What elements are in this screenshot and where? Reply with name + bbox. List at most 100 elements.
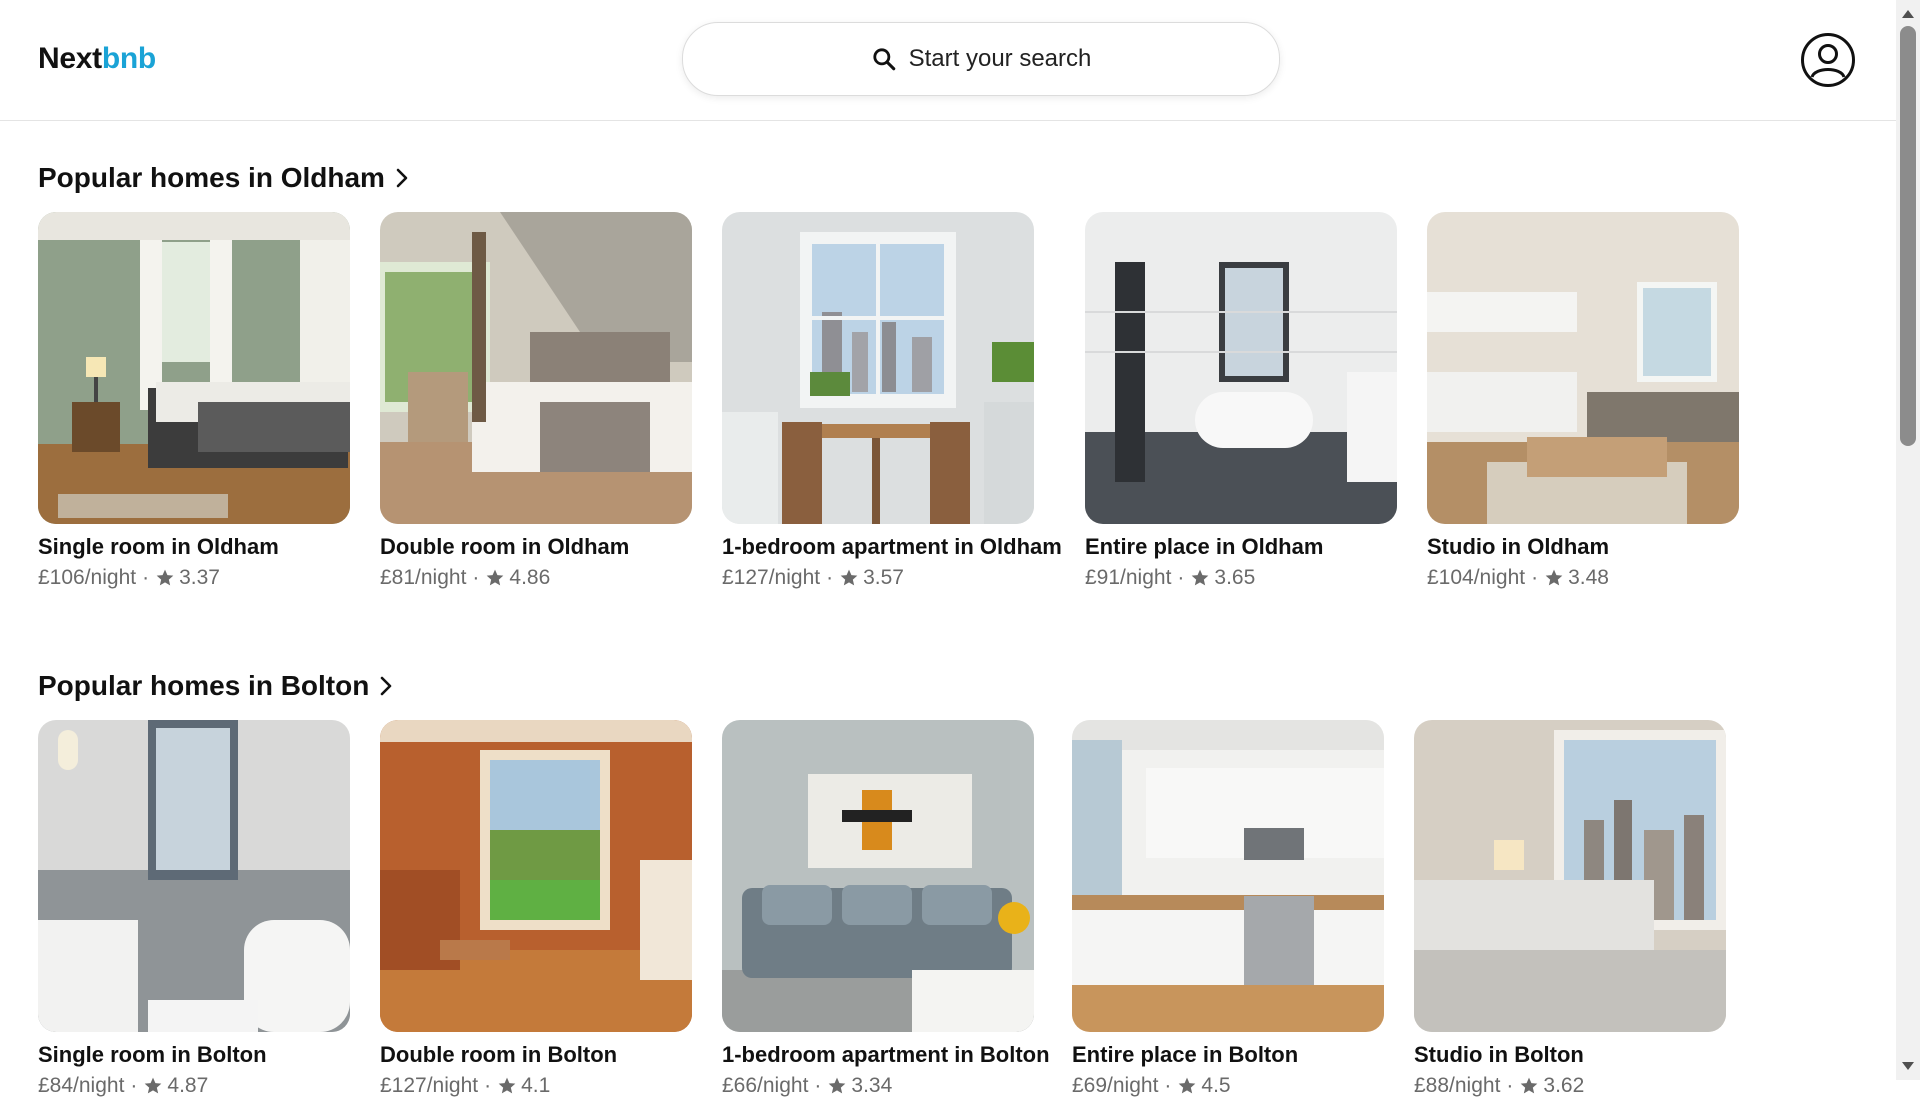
listing-rating: 4.86 bbox=[509, 566, 551, 589]
meta-separator: · bbox=[1177, 566, 1185, 589]
listing-rating: 3.62 bbox=[1543, 1074, 1585, 1097]
listing-photo-grey-bathroom[interactable] bbox=[38, 720, 350, 1032]
section-title-bolton[interactable]: Popular homes in Bolton bbox=[38, 670, 393, 702]
section-title-text: Popular homes in Bolton bbox=[38, 670, 370, 701]
attic-bedroom-image bbox=[380, 212, 692, 524]
logo[interactable]: Nextbnb bbox=[38, 42, 156, 76]
listing-card[interactable]: Double room in Oldham £81/night · 4.86 bbox=[380, 212, 692, 590]
listing-meta: £66/night · 3.34 bbox=[722, 1074, 1034, 1098]
meta-separator: · bbox=[472, 566, 480, 589]
listing-meta: £69/night · 4.5 bbox=[1072, 1074, 1384, 1098]
chevron-right-icon bbox=[396, 168, 408, 188]
white-tiled-bathroom-image bbox=[1085, 212, 1397, 524]
meta-separator: · bbox=[130, 1074, 138, 1097]
listing-photo-white-tiled-bathroom[interactable] bbox=[1085, 212, 1397, 524]
listing-title: Entire place in Oldham bbox=[1085, 534, 1324, 559]
star-icon bbox=[145, 1077, 162, 1094]
page-scrollbar[interactable] bbox=[1896, 0, 1920, 1080]
listing-price: £66/night bbox=[722, 1074, 809, 1097]
meta-separator: · bbox=[142, 566, 150, 589]
dining-nook-city-window-image bbox=[722, 212, 1034, 524]
studio-kitchen-living-image bbox=[1427, 212, 1739, 524]
listing-price: £91/night bbox=[1085, 566, 1172, 589]
logo-accent: bnb bbox=[101, 42, 156, 75]
listing-rating: 3.65 bbox=[1214, 566, 1256, 589]
listing-rating: 4.87 bbox=[167, 1074, 209, 1097]
listing-card[interactable]: Entire place in Bolton £69/night · 4.5 bbox=[1072, 720, 1384, 1098]
meta-separator: · bbox=[1531, 566, 1539, 589]
listing-card[interactable]: Studio in Oldham £104/night · 3.48 bbox=[1427, 212, 1739, 590]
star-icon bbox=[1192, 569, 1209, 586]
logo-main: Next bbox=[38, 42, 102, 75]
white-kitchen-image bbox=[1072, 720, 1384, 1032]
listing-card[interactable]: Entire place in Oldham £91/night · 3.65 bbox=[1085, 212, 1397, 590]
listing-title: Single room in Oldham bbox=[38, 534, 279, 559]
meta-separator: · bbox=[1506, 1074, 1514, 1097]
listing-photo-grey-sofa-artwork[interactable] bbox=[722, 720, 1034, 1032]
star-icon bbox=[1545, 569, 1563, 586]
listing-title: Double room in Bolton bbox=[380, 1042, 618, 1067]
listing-card[interactable]: Single room in Oldham £106/night · 3.37 bbox=[38, 212, 350, 590]
scroll-down-arrow[interactable] bbox=[1902, 1062, 1914, 1070]
listing-price: £127/night bbox=[722, 566, 821, 589]
listing-rating: 3.48 bbox=[1568, 566, 1609, 589]
listing-card[interactable]: Single room in Bolton £84/night · 4.87 bbox=[38, 720, 350, 1098]
listing-meta: £84/night · 4.87 bbox=[38, 1074, 350, 1098]
listing-photo-attic-bedroom[interactable] bbox=[380, 212, 692, 524]
listing-meta: £88/night · 3.62 bbox=[1414, 1074, 1726, 1098]
search-button[interactable]: Start your search bbox=[682, 22, 1280, 96]
search-icon bbox=[873, 48, 895, 71]
scroll-up-arrow[interactable] bbox=[1902, 10, 1914, 18]
listing-meta: £81/night · 4.86 bbox=[380, 566, 692, 590]
star-icon bbox=[829, 1077, 846, 1094]
listing-rating: 4.1 bbox=[521, 1074, 551, 1097]
listing-rating: 3.37 bbox=[179, 566, 220, 589]
chevron-right-icon bbox=[381, 676, 392, 696]
listing-title: Studio in Bolton bbox=[1414, 1042, 1584, 1067]
listing-photo-bedroom-green-walls[interactable] bbox=[38, 212, 350, 524]
grey-bathroom-image bbox=[38, 720, 350, 1032]
listing-price: £81/night bbox=[380, 566, 467, 589]
listing-card[interactable]: 1-bedroom apartment in Oldham £127/night… bbox=[722, 212, 1062, 590]
bedroom-city-view-image bbox=[1414, 720, 1726, 1032]
grey-sofa-artwork-image bbox=[722, 720, 1034, 1032]
listing-meta: £106/night · 3.37 bbox=[38, 566, 350, 590]
listing-title: 1-bedroom apartment in Oldham bbox=[722, 534, 1062, 559]
listing-meta: £127/night · 3.57 bbox=[722, 566, 1034, 590]
listing-price: £88/night bbox=[1414, 1074, 1501, 1097]
star-icon bbox=[1179, 1077, 1196, 1094]
listing-meta: £127/night · 4.1 bbox=[380, 1074, 692, 1098]
meta-separator: · bbox=[484, 1074, 492, 1097]
listing-photo-white-kitchen[interactable] bbox=[1072, 720, 1384, 1032]
section-title-text: Popular homes in Oldham bbox=[38, 162, 385, 193]
section-title-oldham[interactable]: Popular homes in Oldham bbox=[38, 162, 409, 194]
listing-photo-studio-kitchen-living[interactable] bbox=[1427, 212, 1739, 524]
star-icon bbox=[487, 569, 504, 586]
listing-title: 1-bedroom apartment in Bolton bbox=[722, 1042, 1050, 1067]
listing-rating: 4.5 bbox=[1201, 1074, 1231, 1097]
star-icon bbox=[1521, 1077, 1538, 1094]
listing-photo-dining-nook-city-window[interactable] bbox=[722, 212, 1034, 524]
orange-room-garden-window-image bbox=[380, 720, 692, 1032]
search-label: Start your search bbox=[908, 45, 1092, 72]
star-icon bbox=[498, 1077, 516, 1094]
listing-title: Entire place in Bolton bbox=[1072, 1042, 1299, 1067]
listing-rating: 3.34 bbox=[851, 1074, 893, 1097]
listing-price: £104/night bbox=[1427, 566, 1526, 589]
listing-card[interactable]: Double room in Bolton £127/night · 4.1 bbox=[380, 720, 692, 1098]
scroll-thumb[interactable] bbox=[1900, 26, 1916, 446]
listing-card[interactable]: Studio in Bolton £88/night · 3.62 bbox=[1414, 720, 1726, 1098]
listing-photo-orange-room-garden-window[interactable] bbox=[380, 720, 692, 1032]
listing-title: Double room in Oldham bbox=[380, 534, 630, 559]
user-avatar-icon[interactable] bbox=[1800, 32, 1856, 88]
listing-price: £127/night bbox=[380, 1074, 479, 1097]
listing-title: Single room in Bolton bbox=[38, 1042, 267, 1067]
star-icon bbox=[840, 569, 858, 586]
listing-card[interactable]: 1-bedroom apartment in Bolton £66/night … bbox=[722, 720, 1050, 1098]
meta-separator: · bbox=[814, 1074, 822, 1097]
bedroom-green-walls-image bbox=[38, 212, 350, 524]
meta-separator: · bbox=[1164, 1074, 1172, 1097]
listing-photo-bedroom-city-view[interactable] bbox=[1414, 720, 1726, 1032]
listing-meta: £104/night · 3.48 bbox=[1427, 566, 1739, 590]
listing-price: £69/night bbox=[1072, 1074, 1159, 1097]
